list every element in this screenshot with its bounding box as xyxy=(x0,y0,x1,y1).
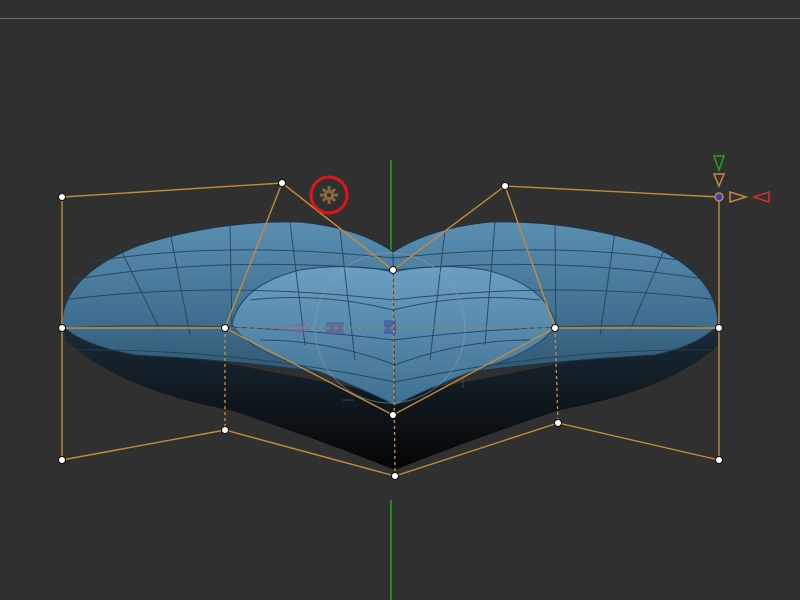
selected-point-axes[interactable] xyxy=(712,155,770,204)
axis-y-arrow xyxy=(712,155,726,173)
axis-x-arrow xyxy=(751,190,770,204)
control-point xyxy=(221,324,229,332)
control-point xyxy=(221,426,229,434)
selected-control-point xyxy=(714,192,724,202)
control-point xyxy=(715,456,723,464)
control-point xyxy=(501,182,509,190)
control-point xyxy=(278,179,286,187)
axis-z-arrow xyxy=(712,173,726,188)
scene-canvas[interactable] xyxy=(0,0,800,600)
control-point xyxy=(58,456,66,464)
axis-x-arrow-inner xyxy=(729,190,749,204)
control-point xyxy=(715,324,723,332)
control-point xyxy=(58,324,66,332)
control-point xyxy=(551,324,559,332)
control-point xyxy=(554,419,562,427)
control-point xyxy=(58,193,66,201)
control-point xyxy=(389,411,397,419)
3d-viewport[interactable] xyxy=(0,0,800,600)
control-point xyxy=(389,266,397,274)
control-point xyxy=(391,472,399,480)
gear-icon[interactable] xyxy=(309,175,349,215)
